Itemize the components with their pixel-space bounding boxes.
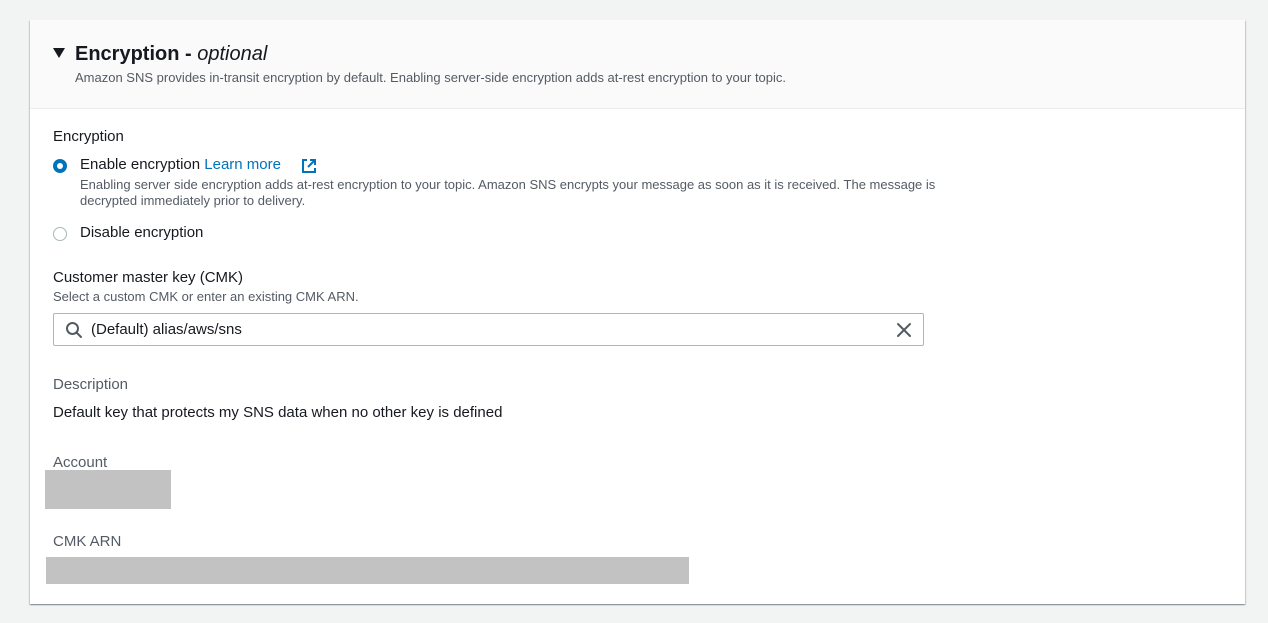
enable-encryption-option[interactable]: Enable encryption Learn more [80, 156, 281, 174]
section-title[interactable]: Encryption - optional [75, 42, 267, 66]
account-value-redacted [45, 470, 171, 509]
learn-more-link[interactable]: Learn more [204, 156, 281, 173]
cmk-arn-value-redacted [46, 557, 689, 584]
enable-encryption-description: Enabling server side encryption adds at-… [80, 177, 936, 208]
cmk-search-input[interactable] [91, 321, 871, 339]
section-title-optional: optional [197, 43, 268, 65]
cmk-label: Customer master key (CMK) [53, 269, 244, 286]
section-title-text: Encryption - [75, 43, 198, 65]
clear-icon[interactable] [895, 321, 913, 339]
encryption-panel: Encryption - optional Amazon SNS provide… [30, 20, 1245, 604]
external-link-icon[interactable] [300, 157, 318, 175]
enable-encryption-radio[interactable] [53, 159, 67, 173]
caret-down-icon[interactable] [53, 48, 65, 58]
disable-encryption-label[interactable]: Disable encryption [80, 224, 203, 242]
enable-encryption-label: Enable encryption [80, 156, 201, 173]
description-value: Default key that protects my SNS data wh… [53, 404, 503, 421]
cmk-search-field[interactable] [53, 313, 924, 346]
cmk-arn-label: CMK ARN [53, 533, 122, 550]
cmk-hint: Select a custom CMK or enter an existing… [53, 289, 359, 304]
search-icon [66, 322, 82, 338]
description-label: Description [53, 376, 129, 393]
encryption-label: Encryption [53, 128, 124, 145]
panel-header: Encryption - optional Amazon SNS provide… [30, 20, 1245, 109]
section-description: Amazon SNS provides in-transit encryptio… [75, 70, 787, 85]
disable-encryption-radio[interactable] [53, 227, 67, 241]
